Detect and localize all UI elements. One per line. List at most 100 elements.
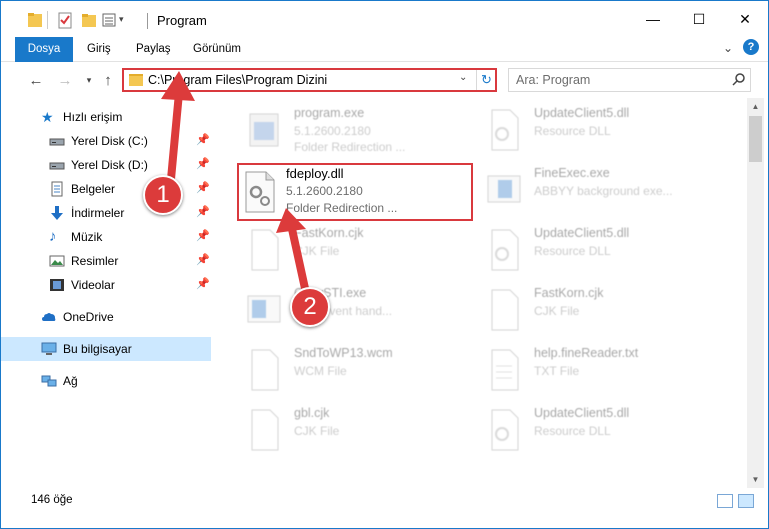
file-item[interactable]: FastKorn.cjk CJK File bbox=[462, 282, 712, 340]
step-badge-1: 1 bbox=[143, 175, 183, 215]
pin-icon[interactable]: 📌 bbox=[196, 229, 210, 242]
sidebar-item-label: OneDrive bbox=[63, 310, 114, 324]
sidebar-item-label: Hızlı erişim bbox=[63, 110, 123, 124]
qa-divider bbox=[47, 11, 48, 29]
sidebar-item-ag[interactable]: Ağ bbox=[1, 369, 211, 393]
dll-file-icon bbox=[491, 229, 519, 271]
tab-paylas[interactable]: Paylaş bbox=[128, 37, 179, 62]
new-folder-icon[interactable] bbox=[81, 10, 97, 30]
sidebar-item-label: Ağ bbox=[63, 374, 78, 388]
download-icon bbox=[51, 206, 63, 220]
pin-icon[interactable]: 📌 bbox=[196, 253, 210, 266]
pin-icon[interactable]: 📌 bbox=[196, 133, 210, 146]
file-icon bbox=[491, 289, 519, 331]
sidebar-item-disk-c[interactable]: Yerel Disk (C:) 📌 bbox=[1, 129, 211, 153]
help-icon[interactable]: ? bbox=[743, 39, 759, 55]
search-placeholder[interactable]: Ara: Program bbox=[516, 73, 590, 87]
sidebar-item-videolar[interactable]: Videolar 📌 bbox=[1, 273, 211, 297]
pin-icon[interactable]: 📌 bbox=[196, 277, 210, 290]
file-name: help.fineReader.txt bbox=[534, 346, 639, 360]
network-icon bbox=[41, 375, 57, 387]
file-item[interactable]: CopySTI.exe Multi event hand... bbox=[222, 282, 472, 340]
explorer-window: ▾ Program — ☐ ✕ Dosya Giriş Paylaş Görün… bbox=[0, 0, 769, 529]
search-icon[interactable] bbox=[731, 72, 747, 88]
file-name: gbl.cjk bbox=[294, 406, 330, 420]
refresh-icon[interactable]: ↻ bbox=[476, 70, 496, 90]
sidebar-item-quick-access[interactable]: ★ Hızlı erişim bbox=[1, 105, 211, 129]
drive-icon bbox=[49, 138, 65, 146]
forward-arrow-icon[interactable]: → bbox=[55, 70, 75, 90]
file-name: FastKorn.cjk bbox=[294, 226, 364, 240]
exe-file-icon bbox=[249, 113, 279, 147]
recent-locations-icon[interactable]: ▾ bbox=[79, 70, 99, 90]
pin-icon[interactable]: 📌 bbox=[196, 157, 210, 170]
file-name: SndToWP13.wcm bbox=[294, 346, 393, 360]
sidebar-item-bu-bilgisayar[interactable]: Bu bilgisayar bbox=[1, 337, 211, 361]
title-separator bbox=[147, 13, 148, 29]
star-icon: ★ bbox=[41, 109, 54, 125]
sidebar-item-label: Belgeler bbox=[71, 182, 116, 196]
ribbon-expand-icon[interactable]: ⌄ bbox=[723, 41, 733, 55]
file-item[interactable]: UpdateClient5.dll Resource DLL bbox=[462, 102, 712, 160]
scroll-down-icon[interactable]: ▼ bbox=[747, 471, 764, 488]
file-item[interactable]: UpdateClient5.dll Resource DLL bbox=[462, 222, 712, 280]
up-arrow-icon[interactable]: ↑ bbox=[98, 70, 118, 90]
maximize-button[interactable]: ☐ bbox=[676, 1, 722, 37]
file-icon bbox=[251, 409, 279, 451]
customize-view-icon[interactable] bbox=[101, 10, 117, 30]
file-type: WCM File bbox=[294, 364, 347, 378]
file-item[interactable]: UpdateClient5.dll Resource DLL bbox=[462, 402, 712, 460]
details-view-icon[interactable] bbox=[717, 494, 733, 508]
file-type: Resource DLL bbox=[534, 424, 611, 438]
file-type: CJK File bbox=[294, 424, 340, 438]
ribbon-tabs: Dosya Giriş Paylaş Görünüm ⌄ ? bbox=[1, 37, 768, 62]
scroll-up-icon[interactable]: ▲ bbox=[747, 98, 764, 115]
sidebar-item-label: Videolar bbox=[71, 278, 115, 292]
exe-file-icon bbox=[247, 295, 281, 323]
tiles-view-icon[interactable] bbox=[738, 494, 754, 508]
properties-check-icon[interactable] bbox=[57, 10, 73, 30]
file-item[interactable]: SndToWP13.wcm WCM File bbox=[222, 342, 472, 400]
videos-icon bbox=[50, 279, 64, 291]
navigation-bar: ← → ▾ ↑ C:\Program Files\Program Dizini … bbox=[1, 63, 768, 97]
file-icon bbox=[251, 349, 279, 391]
tab-dosya[interactable]: Dosya bbox=[15, 37, 73, 62]
file-icon bbox=[251, 229, 279, 271]
file-item[interactable]: FineExec.exe ABBYY background exe... bbox=[462, 162, 712, 220]
close-button[interactable]: ✕ bbox=[722, 1, 768, 37]
sidebar-item-disk-d[interactable]: Yerel Disk (D:) 📌 bbox=[1, 153, 211, 177]
file-name: program.exe bbox=[294, 106, 365, 120]
file-type: Resource DLL bbox=[534, 124, 611, 138]
tab-gorunum[interactable]: Görünüm bbox=[185, 37, 249, 62]
address-bar[interactable]: C:\Program Files\Program Dizini ⌄ ↻ bbox=[122, 68, 497, 92]
back-arrow-icon[interactable]: ← bbox=[26, 70, 46, 90]
sidebar-item-onedrive[interactable]: OneDrive bbox=[1, 305, 211, 329]
file-name: FastKorn.cjk bbox=[534, 286, 604, 300]
dll-file-icon bbox=[491, 109, 519, 151]
tab-giris[interactable]: Giriş bbox=[79, 37, 119, 62]
pin-icon[interactable]: 📌 bbox=[196, 205, 210, 218]
file-item[interactable]: help.fineReader.txt TXT File bbox=[462, 342, 712, 400]
address-dropdown-icon[interactable]: ⌄ bbox=[459, 72, 467, 83]
address-path[interactable]: C:\Program Files\Program Dizini bbox=[148, 73, 327, 87]
title-bar: ▾ Program — ☐ ✕ bbox=[1, 1, 768, 37]
qa-dropdown-icon[interactable]: ▾ bbox=[119, 14, 124, 25]
search-box[interactable]: Ara: Program bbox=[508, 68, 751, 92]
file-name: UpdateClient5.dll bbox=[534, 106, 630, 120]
file-type: CJK File bbox=[534, 304, 580, 318]
sidebar-item-resimler[interactable]: Resimler 📌 bbox=[1, 249, 211, 273]
window-title: Program bbox=[157, 13, 207, 28]
pictures-icon bbox=[49, 255, 65, 267]
sidebar-item-label: İndirmeler bbox=[71, 206, 125, 220]
minimize-button[interactable]: — bbox=[630, 1, 676, 37]
file-item[interactable]: program.exe 5.1.2600.2180 Folder Redirec… bbox=[222, 102, 472, 160]
vertical-scrollbar[interactable]: ▲ ▼ bbox=[747, 98, 764, 488]
text-file-icon bbox=[491, 349, 519, 391]
file-item[interactable]: gbl.cjk CJK File bbox=[222, 402, 472, 460]
file-item[interactable]: FastKorn.cjk CJK File bbox=[222, 222, 472, 280]
exe-file-icon bbox=[487, 175, 521, 203]
pin-icon[interactable]: 📌 bbox=[196, 181, 210, 194]
drive-icon bbox=[49, 162, 65, 170]
scroll-thumb[interactable] bbox=[749, 116, 762, 162]
sidebar-item-muzik[interactable]: ♪ Müzik 📌 bbox=[1, 225, 211, 249]
